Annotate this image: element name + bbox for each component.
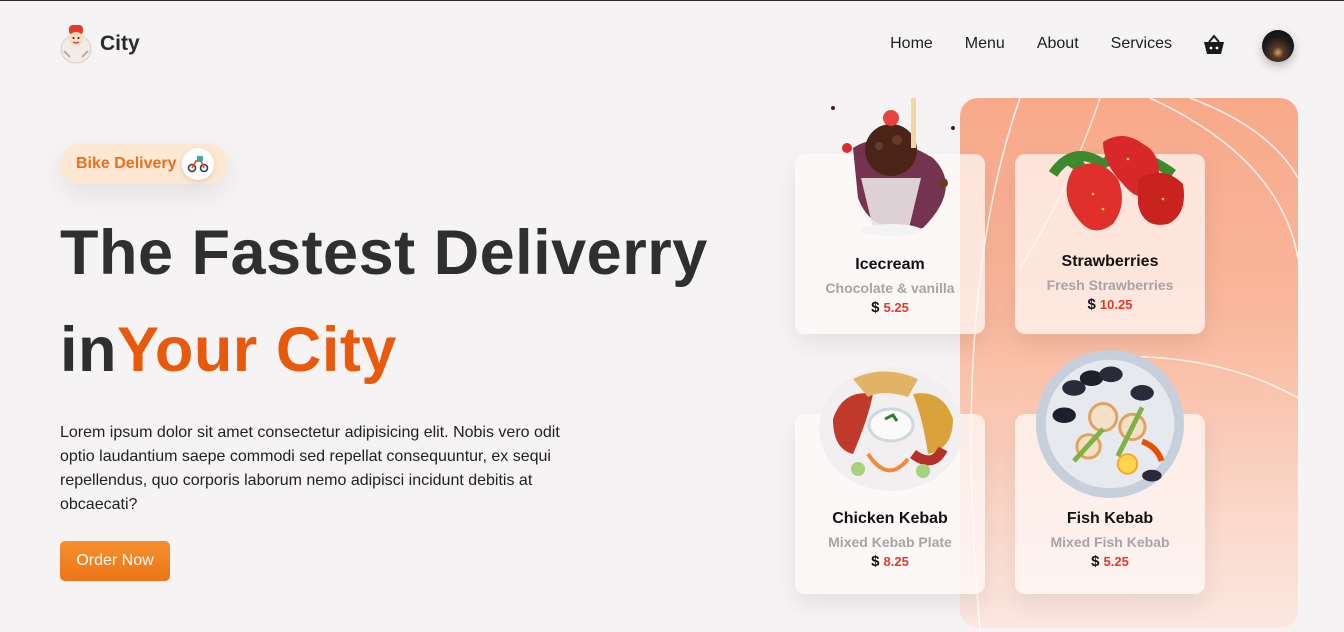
price-amount: 5.25 [1103,554,1129,569]
hero-title-accent: Your City [117,315,397,385]
chicken-kebab-image [819,367,963,491]
food-card-fish-kebab[interactable]: Fish Kebab Mixed Fish Kebab $5.25 [1015,349,1205,594]
nav-services[interactable]: Services [1111,35,1172,53]
fish-kebab-image [1035,349,1185,499]
delivery-badge: Bike Delivery [60,144,228,184]
badge-label: Bike Delivery [76,155,177,172]
price-amount: 10.25 [1099,297,1133,312]
card-price: $5.25 [795,299,985,316]
card-price: $5.25 [1015,553,1205,570]
chef-logo-icon [60,25,92,64]
currency-symbol: $ [1087,296,1096,313]
icecream-image [831,98,955,236]
main-nav: Home Menu About Services [890,35,1172,53]
nav-about[interactable]: About [1037,35,1079,53]
currency-symbol: $ [871,299,880,316]
price-amount: 5.25 [883,300,909,315]
card-title: Fish Kebab [1066,510,1154,527]
currency-symbol: $ [1091,553,1100,570]
bike-icon [182,148,214,180]
card-title: Strawberries [1061,253,1159,270]
hero-description: Lorem ipsum dolor sit amet consectetur a… [60,424,560,513]
currency-symbol: $ [871,553,880,570]
header: City Home Menu About Services [0,1,1344,91]
brand-name: City [100,32,140,55]
price-amount: 8.25 [883,554,909,569]
card-price: $10.25 [1015,296,1205,313]
card-description: Mixed Kebab Plate [828,534,952,550]
food-card-strawberries[interactable]: Strawberries Fresh Strawberries $10.25 [1015,135,1205,334]
brand-logo[interactable]: City [58,23,140,65]
food-card-chicken-kebab[interactable]: Chicken Kebab Mixed Kebab Plate $8.25 [795,367,985,594]
nav-menu[interactable]: Menu [965,35,1005,53]
card-title: Icecream [855,256,925,273]
card-price: $8.25 [795,553,985,570]
food-card-icecream[interactable]: Icecream Chocolate & vanilla $5.25 [795,98,985,334]
card-description: Chocolate & vanilla [825,280,955,296]
nav-home[interactable]: Home [890,35,933,53]
order-now-button[interactable]: Order Now [60,541,170,581]
hero-title-line1: The Fastest Deliverry [60,218,708,288]
card-description: Fresh Strawberries [1046,277,1174,293]
strawberries-image [1048,135,1184,231]
hero-title-prefix: in [60,315,117,385]
user-avatar[interactable] [1262,30,1294,62]
hero-title-line2: inYour City [60,314,397,386]
card-title: Chicken Kebab [832,510,948,527]
basket-icon[interactable] [1202,34,1226,56]
card-description: Mixed Fish Kebab [1050,534,1170,550]
